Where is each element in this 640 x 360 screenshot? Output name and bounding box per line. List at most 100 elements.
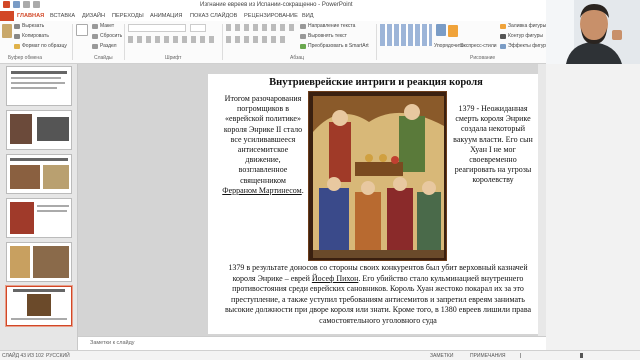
group-separator (124, 24, 125, 60)
tab-file[interactable] (0, 11, 14, 21)
slides-group-label: Слайды (94, 55, 113, 61)
left-text-box[interactable]: Итогом разочарования погромщиков в «евре… (222, 94, 304, 196)
left-text-end: . (301, 185, 304, 195)
arrange-button[interactable] (436, 24, 446, 36)
copy-button[interactable]: Копировать (14, 33, 49, 39)
slide-thumbnail[interactable] (6, 66, 72, 106)
webcam-overlay (546, 0, 640, 360)
slide-thumbnail[interactable] (6, 110, 72, 150)
effects-icon (500, 43, 506, 49)
slide-thumbnail[interactable] (6, 198, 72, 238)
zoom-slider[interactable] (520, 353, 630, 358)
format-label: Формат по образцу (22, 43, 67, 49)
tab-design[interactable]: ДИЗАЙН (82, 13, 105, 19)
shape-effects-label: Эффекты фигуры (508, 43, 550, 49)
layout-label: Макет (100, 23, 115, 29)
slide-counter: СЛАЙД 43 ИЗ 102 (2, 353, 44, 359)
tab-transitions[interactable]: ПЕРЕХОДЫ (112, 13, 144, 19)
paste-button[interactable] (2, 24, 12, 38)
quick-styles-button[interactable] (448, 25, 458, 37)
notes-pane[interactable]: Заметки к слайду (78, 336, 546, 350)
ribbon: Вырезать Копировать Формат по образцу Бу… (0, 21, 640, 64)
current-slide[interactable]: Внутриеврейские интриги и реакция короля… (208, 74, 544, 334)
list-buttons[interactable] (226, 24, 296, 31)
window-title: Изгнание евреев из Испании-сокращенно - … (200, 2, 353, 8)
layout-button[interactable]: Макет (92, 23, 114, 29)
tab-slideshow[interactable]: ПОКАЗ СЛАЙДОВ (190, 13, 237, 19)
text-direction-label: Направление текста (308, 23, 356, 29)
brush-icon (14, 43, 20, 49)
slide-thumbnail-selected[interactable] (6, 286, 72, 326)
notes-placeholder: Заметки к слайду (90, 340, 135, 346)
drawing-group-label: Рисование (470, 55, 496, 61)
text-direction-icon (300, 23, 306, 29)
tab-view[interactable]: ВИД (302, 13, 314, 19)
status-bar: СЛАЙД 43 ИЗ 102 РУССКИЙ ЗАМЕТКИ ПРИМЕЧАН… (0, 350, 640, 360)
section-button[interactable]: Раздел (92, 43, 117, 49)
new-slide-button[interactable] (76, 24, 88, 36)
save-icon[interactable] (13, 1, 20, 8)
group-separator (222, 24, 223, 60)
miniature-drawing (309, 92, 446, 260)
section-label: Раздел (100, 43, 117, 49)
comments-toggle-button[interactable]: ПРИМЕЧАНИЯ (470, 353, 506, 359)
tab-insert[interactable]: ВСТАВКА (50, 13, 75, 19)
smartart-label: Преобразовать в SmartArt (308, 43, 369, 49)
language-indicator[interactable]: РУССКИЙ (46, 353, 70, 359)
presenter-figure (546, 0, 640, 64)
notes-toggle-button[interactable]: ЗАМЕТКИ (430, 353, 453, 359)
copy-icon (14, 33, 20, 39)
new-slide-icon (76, 24, 88, 36)
quick-styles-icon (448, 25, 458, 37)
font-group-label: Шрифт (165, 55, 182, 61)
tab-home[interactable]: ГЛАВНАЯ (17, 13, 44, 19)
reset-icon (92, 33, 98, 39)
slide-thumbnail-pane (0, 64, 78, 350)
left-text: Итогом разочарования погромщиков в «евре… (223, 94, 303, 185)
tab-review[interactable]: РЕЦЕНЗИРОВАНИЕ (244, 13, 298, 19)
text-direction-button[interactable]: Направление текста (300, 23, 355, 29)
font-style-buttons[interactable] (128, 36, 214, 43)
slide-thumbnail[interactable] (6, 242, 72, 282)
medieval-miniature-image[interactable] (308, 91, 447, 261)
cut-label: Вырезать (22, 23, 45, 29)
shape-effects-button[interactable]: Эффекты фигуры (500, 43, 550, 49)
align-buttons[interactable] (226, 36, 286, 43)
bottom-text-box[interactable]: 1379 в результате доносов со стороны сво… (222, 263, 534, 326)
pichon-link[interactable]: Йосеф Пихон (312, 274, 359, 283)
align-text-button[interactable]: Выровнять текст (300, 33, 347, 39)
clipboard-group-label: Буфер обмена (8, 55, 42, 61)
right-text-box[interactable]: 1379 - Неожиданная смерть короля Энрике … (453, 104, 533, 186)
reset-label: Сбросить (100, 33, 123, 39)
font-size-select[interactable] (190, 24, 206, 32)
font-name-select[interactable] (128, 24, 186, 32)
shapes-gallery[interactable] (380, 24, 432, 46)
format-painter-button[interactable]: Формат по образцу (14, 43, 67, 49)
powerpoint-window: Изгнание евреев из Испании-сокращенно - … (0, 0, 640, 360)
title-bar: Изгнание евреев из Испании-сокращенно - … (0, 0, 640, 11)
fill-icon (500, 23, 506, 29)
presenter-video (546, 0, 640, 64)
section-icon (92, 43, 98, 49)
shape-outline-button[interactable]: Контур фигуры (500, 33, 543, 39)
redo-icon[interactable] (33, 1, 40, 8)
tab-animation[interactable]: АНИМАЦИЯ (150, 13, 182, 19)
undo-icon[interactable] (23, 1, 30, 8)
align-text-label: Выровнять текст (308, 33, 347, 39)
app-icon (3, 1, 10, 8)
quick-styles-label: Экспресс-стили (460, 43, 497, 49)
reset-button[interactable]: Сбросить (92, 33, 122, 39)
layout-icon (92, 23, 98, 29)
group-separator (376, 24, 377, 60)
slide-thumbnail[interactable] (6, 154, 72, 194)
shape-fill-label: Заливка фигуры (508, 23, 547, 29)
slide-title[interactable]: Внутриеврейские интриги и реакция короля (208, 77, 544, 88)
group-separator (72, 24, 73, 60)
cut-button[interactable]: Вырезать (14, 23, 44, 29)
shape-fill-button[interactable]: Заливка фигуры (500, 23, 546, 29)
shape-outline-label: Контур фигуры (508, 33, 543, 39)
outline-icon (500, 33, 506, 39)
smartart-button[interactable]: Преобразовать в SmartArt (300, 43, 369, 49)
vertical-scrollbar[interactable] (538, 64, 546, 336)
martinez-link[interactable]: Ферраном Мартинесом (222, 186, 301, 195)
